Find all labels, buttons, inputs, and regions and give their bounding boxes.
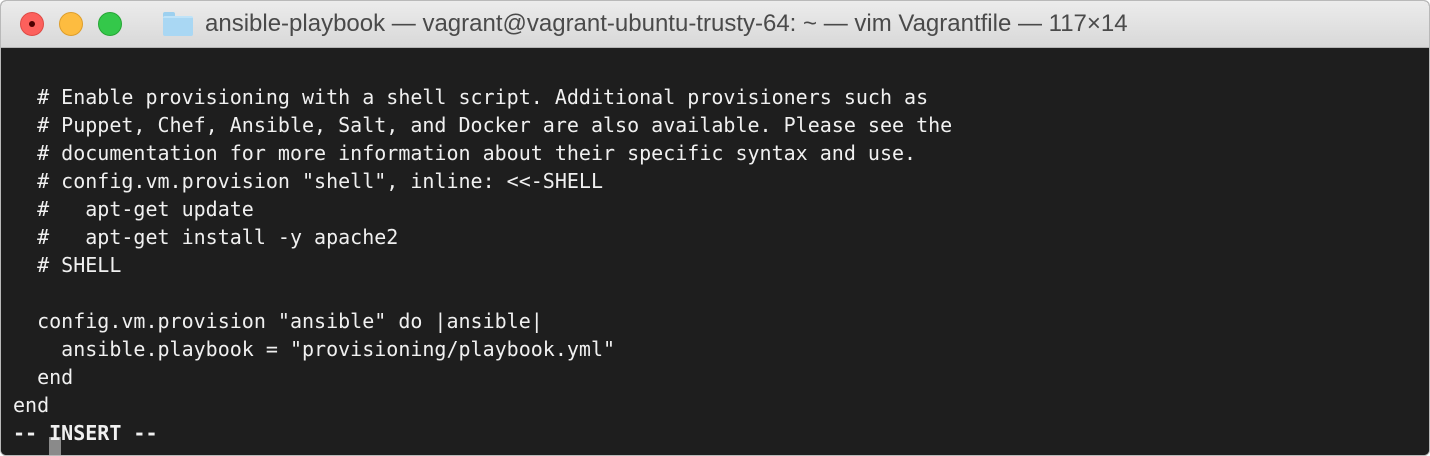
editor-line-3: # Puppet, Chef, Ansible, Salt, and Docke…: [13, 113, 953, 137]
editor-line-6: # apt-get update: [13, 197, 254, 221]
vim-mode-indicator: -- INSERT --: [13, 421, 158, 445]
window-title: ansible-playbook — vagrant@vagrant-ubunt…: [205, 10, 1128, 37]
editor-line-8: # SHELL: [13, 253, 122, 277]
editor-line-13: end: [13, 393, 50, 417]
close-button[interactable]: [20, 12, 44, 36]
editor-line-10: config.vm.provision "ansible" do |ansibl…: [13, 309, 543, 333]
editor-line-12: end: [13, 365, 74, 389]
editor-line-2: # Enable provisioning with a shell scrip…: [13, 85, 929, 109]
editor-line-5: # config.vm.provision "shell", inline: <…: [13, 169, 604, 193]
window-title-area: ansible-playbook — vagrant@vagrant-ubunt…: [163, 1, 1128, 47]
editor-line-11: ansible.playbook = "provisioning/playboo…: [13, 337, 616, 361]
terminal-content[interactable]: # Enable provisioning with a shell scrip…: [1, 48, 1429, 455]
zoom-button[interactable]: [98, 12, 122, 36]
minimize-button[interactable]: [59, 12, 83, 36]
title-bar[interactable]: ansible-playbook — vagrant@vagrant-ubunt…: [1, 1, 1429, 48]
editor-line-7: # apt-get install -y apache2: [13, 225, 399, 249]
folder-icon: [163, 12, 193, 36]
terminal-window: ansible-playbook — vagrant@vagrant-ubunt…: [0, 0, 1430, 456]
editor-line-4: # documentation for more information abo…: [13, 141, 917, 165]
